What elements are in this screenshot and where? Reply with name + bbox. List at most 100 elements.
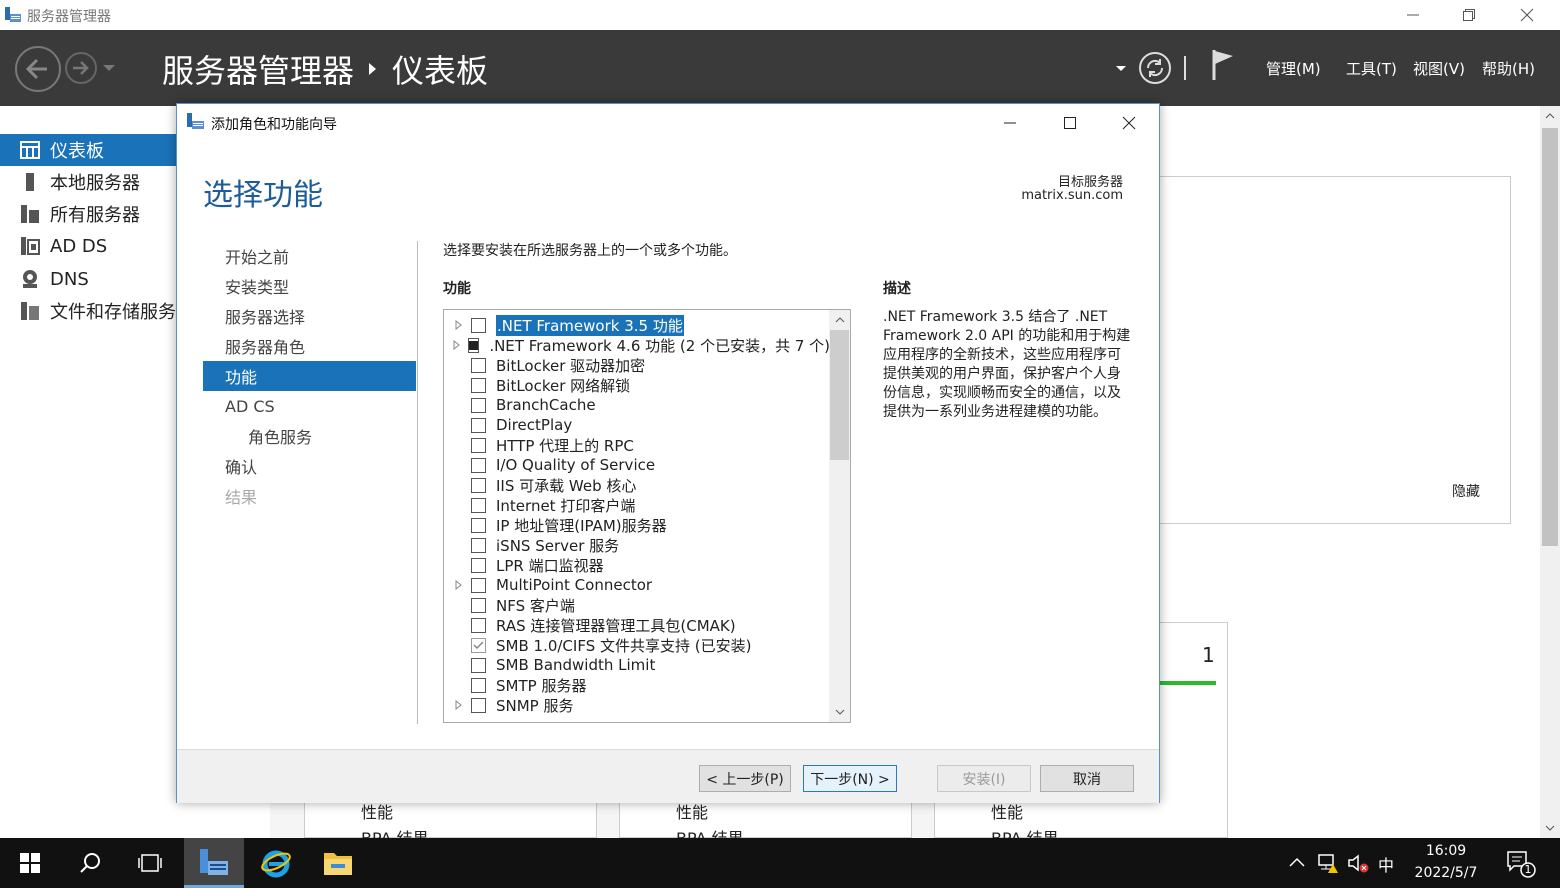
feature-row[interactable]: HTTP 代理上的 RPC — [444, 435, 830, 455]
history-dropdown[interactable] — [102, 63, 116, 73]
scroll-down-button[interactable] — [1540, 818, 1560, 838]
step-server-selection[interactable]: 服务器选择 — [203, 301, 416, 331]
feature-checkbox[interactable] — [471, 617, 486, 633]
back-button[interactable] — [14, 45, 62, 93]
wizard-minimize-button[interactable] — [995, 108, 1025, 138]
feature-checkbox[interactable] — [471, 317, 486, 333]
notifications-flag[interactable] — [1210, 48, 1236, 82]
feature-row[interactable]: LPR 端口监视器 — [444, 555, 830, 575]
show-hidden-icons[interactable] — [1288, 854, 1306, 872]
volume-tray[interactable] — [1347, 852, 1369, 874]
step-installation-type[interactable]: 安装类型 — [203, 271, 416, 301]
step-server-roles[interactable]: 服务器角色 — [203, 331, 416, 361]
next-button[interactable]: 下一步(N) > — [803, 765, 897, 792]
step-features[interactable]: 功能 — [203, 361, 416, 391]
feature-checkbox[interactable] — [471, 517, 486, 533]
feature-checkbox[interactable] — [471, 377, 486, 393]
minimize-button[interactable] — [1384, 0, 1442, 30]
features-list[interactable]: .NET Framework 3.5 功能 .NET Framework 4.6 … — [443, 309, 851, 723]
feature-checkbox[interactable] — [467, 337, 480, 353]
feature-checkbox[interactable] — [471, 557, 486, 573]
wizard-maximize-button[interactable] — [1055, 108, 1085, 138]
feature-checkbox[interactable] — [471, 697, 486, 713]
restore-button[interactable] — [1440, 0, 1498, 30]
taskbar-server-manager[interactable] — [184, 838, 244, 888]
feature-row[interactable]: IIS 可承载 Web 核心 — [444, 475, 830, 495]
feature-row[interactable]: .NET Framework 3.5 功能 — [444, 314, 830, 336]
menu-manage[interactable]: 管理(M) — [1266, 58, 1321, 79]
feature-row[interactable]: RAS 连接管理器管理工具包(CMAK) — [444, 615, 830, 635]
feature-row[interactable]: iSNS Server 服务 — [444, 535, 830, 555]
expand-arrow-icon[interactable] — [452, 578, 466, 592]
feature-row[interactable]: BitLocker 网络解锁 — [444, 375, 830, 395]
feature-row[interactable]: SMB 1.0/CIFS 文件共享支持 (已安装) — [444, 635, 830, 655]
feature-row[interactable]: SMB Bandwidth Limit — [444, 655, 830, 675]
scroll-up-button[interactable] — [1540, 106, 1560, 126]
feature-checkbox[interactable] — [471, 657, 486, 673]
feature-row[interactable]: NFS 客户端 — [444, 595, 830, 615]
features-scroll-thumb[interactable] — [830, 330, 849, 460]
dashboard-scrollbar[interactable] — [1540, 106, 1560, 838]
cancel-button[interactable]: 取消 — [1040, 765, 1134, 792]
feature-checkbox[interactable] — [471, 577, 486, 593]
taskbar-file-explorer[interactable] — [308, 838, 368, 888]
close-button[interactable] — [1498, 0, 1556, 30]
expand-arrow-icon[interactable] — [452, 338, 463, 352]
taskbar-internet-explorer[interactable] — [246, 838, 306, 888]
wizard-close-button[interactable] — [1114, 108, 1144, 138]
feature-row[interactable]: .NET Framework 4.6 功能 (2 个已安装，共 7 个) — [444, 335, 830, 355]
nav-item-ad-ds[interactable]: AD DS — [0, 230, 176, 262]
feature-row[interactable]: SNMP 服务 — [444, 695, 830, 715]
nav-item-all-servers[interactable]: 所有服务器 — [0, 198, 176, 230]
feature-checkbox[interactable] — [471, 417, 486, 433]
nav-item-dns[interactable]: DNS — [0, 263, 176, 295]
forward-button[interactable] — [64, 51, 98, 85]
step-role-services[interactable]: 角色服务 — [203, 421, 416, 451]
start-button[interactable] — [0, 838, 60, 888]
clock-date[interactable]: 2022/5/7 — [1410, 865, 1482, 881]
feature-row[interactable]: Internet 打印客户端 — [444, 495, 830, 515]
feature-row[interactable]: I/O Quality of Service — [444, 455, 830, 475]
feature-checkbox[interactable] — [471, 477, 486, 493]
nav-item-dashboard[interactable]: 仪表板 — [0, 134, 176, 166]
feature-row[interactable]: BranchCache — [444, 395, 830, 415]
refresh-button[interactable] — [1138, 51, 1172, 85]
feature-checkbox[interactable] — [471, 437, 486, 453]
features-scroll-down[interactable] — [829, 702, 850, 722]
task-view-button[interactable] — [120, 838, 180, 888]
network-tray[interactable] — [1318, 852, 1340, 874]
feature-row[interactable]: IP 地址管理(IPAM)服务器 — [444, 515, 830, 535]
scroll-thumb[interactable] — [1542, 128, 1558, 546]
nav-item-local-server[interactable]: 本地服务器 — [0, 166, 176, 198]
feature-row[interactable]: SMTP 服务器 — [444, 675, 830, 695]
feature-row[interactable]: MultiPoint Connector — [444, 575, 830, 595]
feature-checkbox[interactable] — [471, 357, 486, 373]
feature-row[interactable]: BitLocker 驱动器加密 — [444, 355, 830, 375]
ime-indicator[interactable]: 中 — [1378, 852, 1394, 876]
previous-button[interactable]: < 上一步(P) — [699, 765, 791, 792]
clock-time[interactable]: 16:09 — [1410, 843, 1482, 859]
action-center-button[interactable]: 1 — [1506, 850, 1536, 878]
feature-checkbox[interactable] — [471, 677, 486, 693]
feature-checkbox[interactable] — [471, 457, 486, 473]
feature-checkbox[interactable] — [471, 597, 486, 613]
expand-arrow-icon[interactable] — [452, 318, 466, 332]
feature-checkbox[interactable] — [471, 497, 486, 513]
header-dropdown[interactable] — [1114, 64, 1128, 74]
menu-view[interactable]: 视图(V) — [1413, 58, 1465, 79]
nav-item-file-storage[interactable]: 文件和存储服务 — [0, 295, 176, 327]
step-before-you-begin[interactable]: 开始之前 — [203, 241, 416, 271]
step-confirmation[interactable]: 确认 — [203, 451, 416, 481]
expand-arrow-icon[interactable] — [452, 698, 466, 712]
features-scroll-up[interactable] — [829, 310, 850, 330]
breadcrumb-app[interactable]: 服务器管理器 — [162, 46, 354, 92]
feature-row[interactable]: DirectPlay — [444, 415, 830, 435]
feature-checkbox[interactable] — [471, 537, 486, 553]
features-scrollbar[interactable] — [829, 310, 850, 722]
feature-checkbox[interactable] — [471, 397, 486, 413]
step-ad-cs[interactable]: AD CS — [203, 391, 416, 421]
hide-link[interactable]: 隐藏 — [1452, 481, 1480, 501]
search-button[interactable] — [60, 838, 120, 888]
menu-tools[interactable]: 工具(T) — [1346, 58, 1397, 79]
menu-help[interactable]: 帮助(H) — [1482, 58, 1535, 79]
